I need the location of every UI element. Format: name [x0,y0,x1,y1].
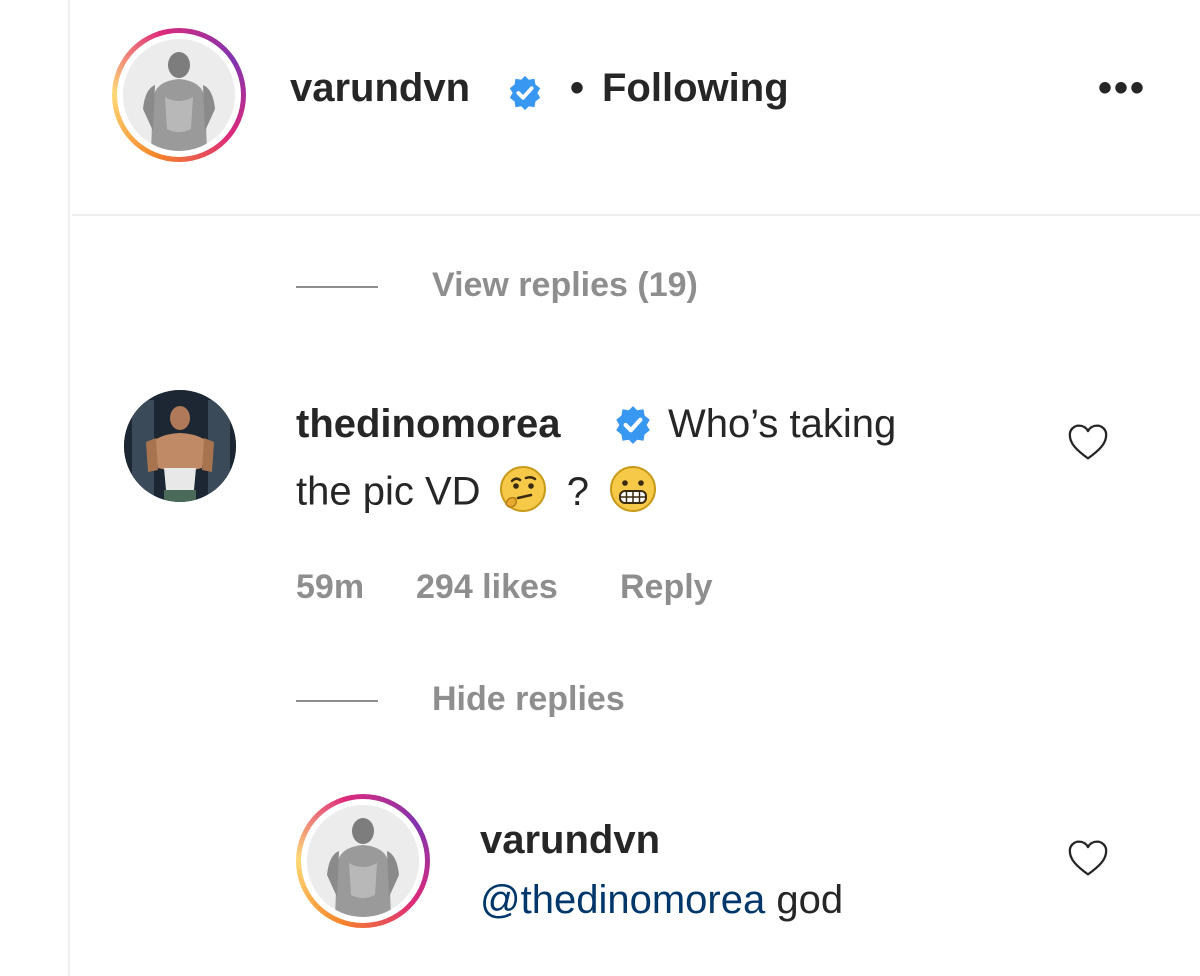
header-separator: • [570,66,585,110]
commenter-username[interactable]: thedinomorea [296,402,560,447]
verified-badge-icon [612,404,654,451]
avatar [123,39,235,151]
hide-replies-button[interactable]: Hide replies [432,680,625,719]
comment-text-line1: Who’s taking [668,402,897,446]
grimacing-face-icon [608,464,658,524]
more-options-icon[interactable]: ••• [1098,68,1146,108]
comment-likes[interactable]: 294 likes [416,568,558,607]
reply-text: @thedinomorea god [480,878,843,923]
following-button[interactable]: Following [602,66,789,111]
post-header: varundvn • Following ••• [72,0,1200,216]
reply-body: god [776,878,844,922]
hide-replies-line [296,700,378,702]
verified-badge-icon [506,74,544,117]
reply-username[interactable]: varundvn [480,818,660,863]
avatar [307,805,419,917]
left-panel-border [0,0,70,976]
thinking-face-icon [498,464,548,524]
comment-text-main: the pic VD [296,469,481,514]
commenter-avatar[interactable] [124,390,236,502]
view-replies-button[interactable]: View replies (19) [432,266,698,305]
comment-text-line2: the pic VD ? [296,464,658,524]
like-comment-heart-icon[interactable] [1066,422,1110,467]
mention-link[interactable]: @thedinomorea [480,878,765,922]
comment-time: 59m [296,568,365,606]
view-replies-line [296,286,378,288]
question-mark: ? [566,469,590,514]
like-reply-heart-icon[interactable] [1066,838,1110,883]
post-author-username[interactable]: varundvn [290,66,470,111]
story-ring[interactable] [296,794,430,928]
reply-button[interactable]: Reply [620,568,713,607]
story-ring[interactable] [112,28,246,162]
